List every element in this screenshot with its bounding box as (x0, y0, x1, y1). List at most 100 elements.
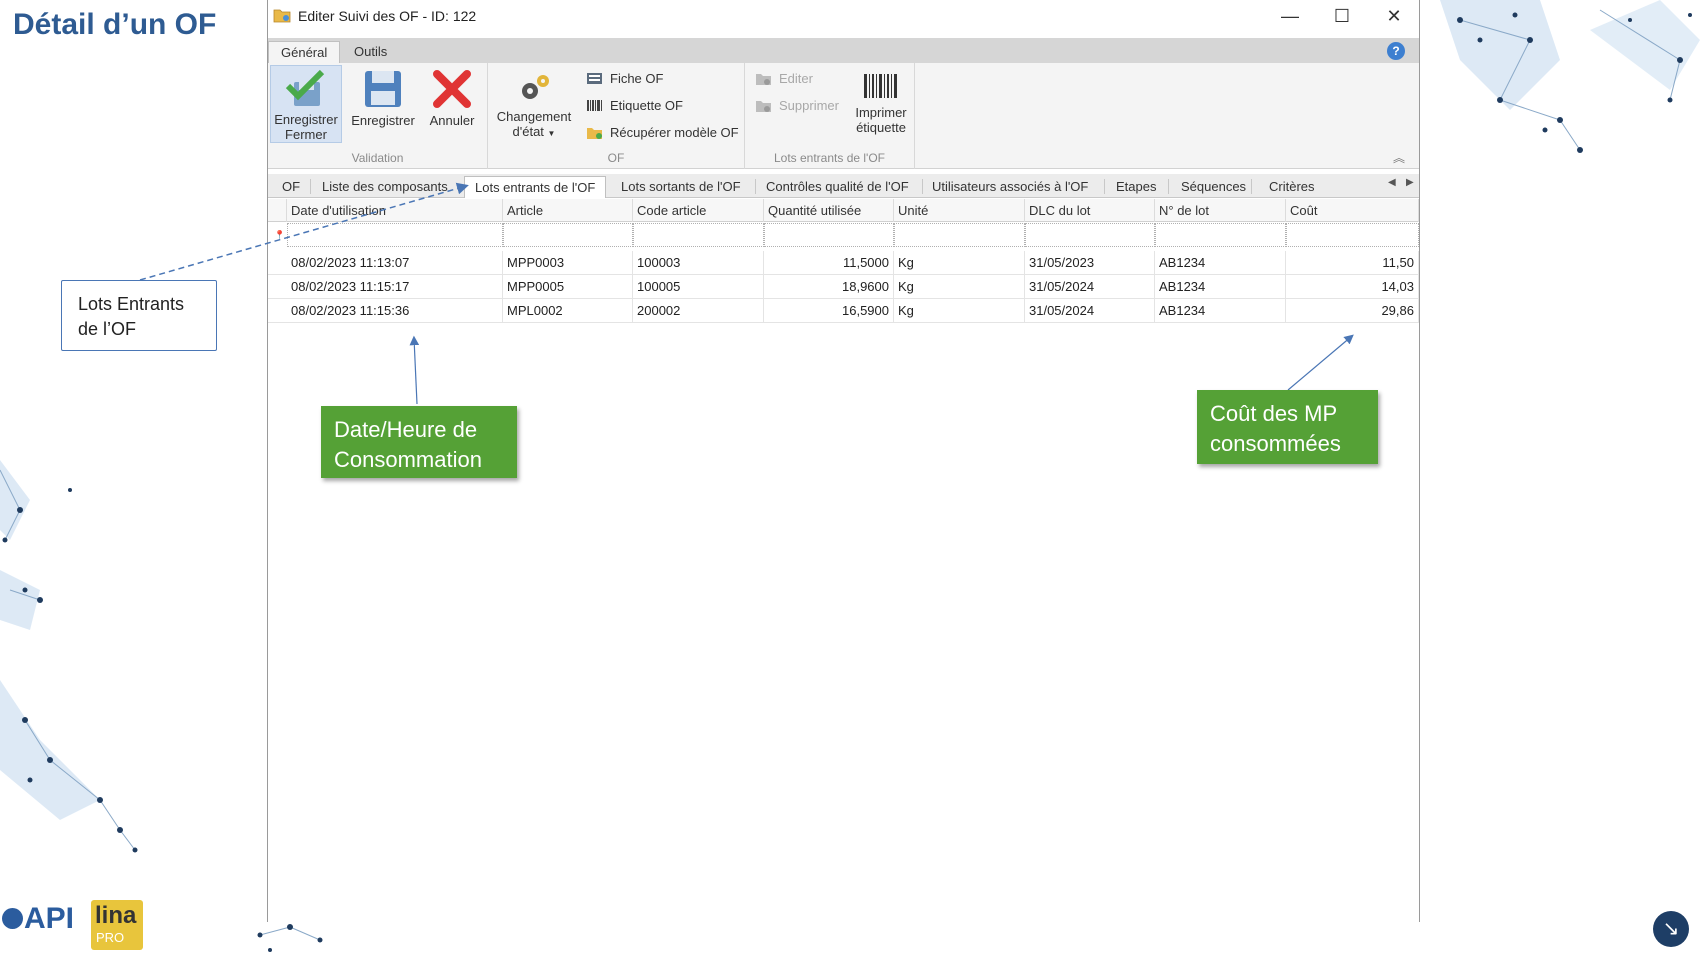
save-label: Enregistrer (351, 113, 415, 128)
tab-separator (755, 179, 756, 194)
cell-dlc: 31/05/2024 (1025, 275, 1155, 299)
recuperer-modele-label: Récupérer modèle OF (610, 125, 739, 140)
filter-cell[interactable] (1155, 223, 1286, 247)
ribbon-group-lots: Editer Supprimer Imprimer étiquette Lots… (745, 63, 915, 169)
window-title: Editer Suivi des OF - ID: 122 (298, 8, 477, 24)
tab-separator (1104, 179, 1105, 194)
callout-cout-line1: Coût des MP (1210, 401, 1338, 426)
column-header-code-article[interactable]: Code article (633, 199, 764, 222)
cell-unite: Kg (894, 251, 1025, 275)
minimize-button[interactable]: — (1264, 0, 1316, 32)
grid-header: Date d'utilisation Article Code article … (268, 199, 1419, 222)
title-bar: Editer Suivi des OF - ID: 122 — ☐ ✕ (268, 0, 1419, 34)
save-close-label-1: Enregistrer (274, 112, 338, 127)
callout-lots-entrants-line1: Lots Entrants (78, 294, 185, 314)
tab-utilisateurs[interactable]: Utilisateurs associés à l'OF (930, 176, 1090, 198)
collapse-ribbon-icon[interactable]: ︽ (1393, 149, 1405, 166)
column-header-numero-lot[interactable]: N° de lot (1155, 199, 1286, 222)
column-header-date[interactable]: Date d'utilisation (287, 199, 503, 222)
detail-tab-strip: OF Liste des composants Lots entrants de… (268, 174, 1419, 198)
filter-cell[interactable] (1286, 223, 1419, 247)
tab-separator (922, 179, 923, 194)
lots-grid: Date d'utilisation Article Code article … (268, 199, 1419, 922)
etiquette-of-label: Etiquette OF (610, 98, 683, 113)
ribbon-group-label-lots: Lots entrants de l'OF (773, 151, 885, 165)
tab-controles-qualite[interactable]: Contrôles qualité de l'OF (764, 176, 911, 198)
filter-cell[interactable] (764, 223, 894, 247)
tab-etapes[interactable]: Etapes (1114, 176, 1158, 198)
cell-quantite: 16,5900 (764, 299, 894, 323)
cell-numero-lot: AB1234 (1155, 299, 1286, 323)
callout-cout-mp: Coût des MP consommées (1197, 390, 1378, 464)
tab-of[interactable]: OF (280, 176, 302, 198)
table-row[interactable]: 08/02/2023 11:15:36 MPL0002 200002 16,59… (268, 299, 1419, 323)
ribbon-group-validation: Enregistrer Fermer Enregistrer Annuler V… (268, 63, 488, 169)
filter-row: 📍 (268, 223, 1419, 247)
column-header-unite[interactable]: Unité (894, 199, 1025, 222)
gear-icon (522, 75, 549, 99)
tab-sequences[interactable]: Séquences (1179, 176, 1248, 198)
cell-dlc: 31/05/2024 (1025, 299, 1155, 323)
document-icon (587, 73, 602, 84)
tab-separator (1168, 179, 1169, 194)
callout-cout-line2: consommées (1210, 431, 1341, 456)
scroll-right-icon[interactable]: ▶ (1406, 177, 1414, 188)
tab-lots-entrants[interactable]: Lots entrants de l'OF (464, 176, 607, 198)
save-icon (365, 71, 401, 107)
ribbon-tab-general[interactable]: Général (268, 41, 341, 63)
cell-article: MPL0002 (503, 299, 633, 323)
save-close-label-2: Fermer (285, 127, 327, 142)
callout-date-heure-line1: Date/Heure de (334, 417, 478, 442)
table-row[interactable]: 08/02/2023 11:15:17 MPP0005 100005 18,96… (268, 275, 1419, 299)
ribbon-tab-strip: Général Outils ? (268, 38, 1419, 63)
cell-quantite: 18,9600 (764, 275, 894, 299)
ribbon-tab-outils[interactable]: Outils (342, 41, 399, 63)
editer-label: Editer (779, 71, 813, 86)
callout-lots-entrants-line2: de l’OF (78, 319, 137, 339)
pro-logo: PRO (96, 930, 125, 945)
network-decoration-top-right (1440, 0, 1700, 153)
cell-date: 08/02/2023 11:15:36 (287, 299, 503, 323)
filter-cell[interactable] (503, 223, 633, 247)
help-icon[interactable]: ? (1387, 42, 1405, 60)
arrow-down-right-icon[interactable]: ↘ (1653, 911, 1689, 947)
cell-numero-lot: AB1234 (1155, 251, 1286, 275)
imprimer-etiquette-button[interactable]: Imprimer étiquette (851, 65, 911, 139)
tab-lots-sortants[interactable]: Lots sortants de l'OF (619, 176, 743, 198)
save-close-button[interactable]: Enregistrer Fermer (270, 65, 342, 143)
tab-criteres[interactable]: Critères (1267, 176, 1317, 198)
cell-cout: 11,50 (1286, 251, 1419, 275)
barcode-icon (587, 100, 602, 111)
chevron-down-icon: ▼ (547, 129, 556, 138)
cancel-icon (433, 70, 471, 108)
filter-cell[interactable] (287, 223, 503, 247)
save-button[interactable]: Enregistrer (348, 65, 418, 128)
filter-cell[interactable] (1025, 223, 1155, 247)
column-header-dlc[interactable]: DLC du lot (1025, 199, 1155, 222)
column-header-quantite[interactable]: Quantité utilisée (764, 199, 894, 222)
callout-date-heure: Date/Heure de Consommation (321, 406, 517, 478)
cell-article: MPP0005 (503, 275, 633, 299)
table-row[interactable]: 08/02/2023 11:13:07 MPP0003 100003 11,50… (268, 251, 1419, 275)
maximize-button[interactable]: ☐ (1316, 0, 1368, 32)
imprimer-label-1: Imprimer (855, 105, 907, 120)
change-state-button[interactable]: Changement d'état ▼ (494, 65, 574, 139)
cell-cout: 14,03 (1286, 275, 1419, 299)
cancel-button[interactable]: Annuler (424, 65, 480, 128)
scroll-left-icon[interactable]: ◀ (1388, 177, 1396, 188)
filter-cell[interactable] (633, 223, 764, 247)
cell-quantite: 11,5000 (764, 251, 894, 275)
column-header-cout[interactable]: Coût (1286, 199, 1419, 222)
folder-icon (587, 128, 602, 139)
save-close-icon (285, 69, 325, 106)
ribbon-group-label-of: OF (607, 151, 625, 165)
api-logo: API (24, 902, 75, 935)
close-button[interactable]: ✕ (1368, 0, 1420, 32)
filter-cell[interactable] (894, 223, 1025, 247)
globe-icon (2, 908, 23, 929)
column-header-article[interactable]: Article (503, 199, 633, 222)
cell-date: 08/02/2023 11:13:07 (287, 251, 503, 275)
cell-unite: Kg (894, 275, 1025, 299)
tab-liste-composants[interactable]: Liste des composants (320, 176, 450, 198)
ribbon-group-of: Changement d'état ▼ Fiche OF Etiquette O… (488, 63, 745, 169)
